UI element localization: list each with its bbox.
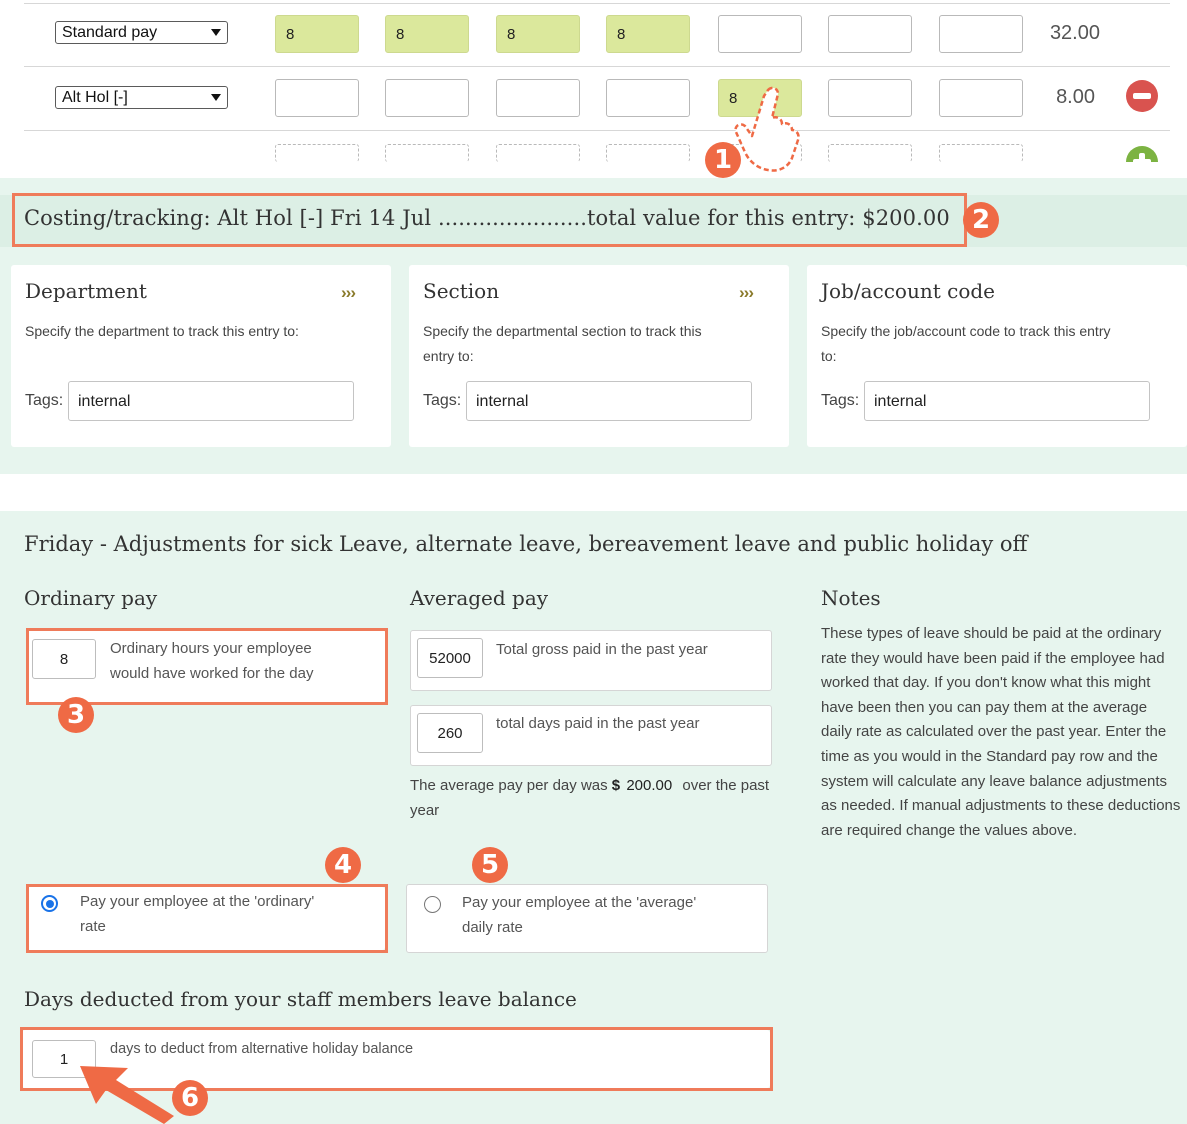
expand-arrows-icon[interactable]: ››› <box>341 283 356 303</box>
hours-input-new[interactable] <box>939 144 1023 162</box>
tags-label: Tags: <box>25 392 64 409</box>
tags-label: Tags: <box>821 392 860 409</box>
section-card: Section ››› Specify the departmental sec… <box>409 265 789 447</box>
job-code-card: Job/account code Specify the job/account… <box>807 265 1187 447</box>
hours-input[interactable]: 8 <box>385 15 469 53</box>
expand-arrows-icon[interactable]: ››› <box>739 283 754 303</box>
card-title: Department <box>25 279 147 303</box>
minus-circle-icon[interactable] <box>1126 80 1158 112</box>
gross-paid-input[interactable]: 52000 <box>417 638 483 678</box>
step-badge: 2 <box>963 202 999 238</box>
job-code-tags-input[interactable]: internal <box>864 381 1150 421</box>
gross-paid-label: Total gross paid in the past year <box>496 641 708 658</box>
step-badge: 3 <box>58 697 94 733</box>
average-pay-prefix: The average pay per day was <box>410 777 608 794</box>
row-total: 32.00 <box>1049 22 1100 44</box>
hours-input[interactable] <box>496 79 580 117</box>
card-title: Job/account code <box>821 279 996 303</box>
add-row-button[interactable] <box>1126 146 1158 162</box>
deduct-title: Days deducted from your staff members le… <box>24 987 577 1011</box>
department-card: Department ››› Specify the department to… <box>11 265 391 447</box>
card-title: Section <box>423 279 500 303</box>
hours-input[interactable] <box>828 79 912 117</box>
hours-input[interactable] <box>275 79 359 117</box>
hours-input-new[interactable] <box>606 144 690 162</box>
row-total: 8.00 <box>1056 86 1095 108</box>
pay-type-select[interactable]: Standard pay <box>55 21 228 44</box>
adjustments-heading: Friday - Adjustments for sick Leave, alt… <box>24 532 1028 556</box>
highlight-ordinary-rate <box>26 884 388 953</box>
averaged-pay-title: Averaged pay <box>410 586 549 610</box>
days-paid-label: total days paid in the past year <box>496 715 700 732</box>
hand-pointer-icon <box>734 86 800 172</box>
average-rate-radio[interactable] <box>424 896 441 913</box>
notes-text: These types of leave should be paid at t… <box>821 625 1181 839</box>
average-rate-label: Pay your employee at the 'average' daily… <box>462 894 697 936</box>
pay-type-value: Standard pay <box>62 24 158 41</box>
highlight-ordinary-hours <box>26 628 388 705</box>
average-pay-summary: The average pay per day was $ 200.00 ove… <box>410 773 780 823</box>
pay-type-value: Alt Hol [-] <box>62 89 128 106</box>
tags-label: Tags: <box>423 392 462 409</box>
timesheet-table: Standard pay 8 8 8 8 32.00 Alt Hol [-] 8… <box>0 0 1187 162</box>
hours-input[interactable] <box>939 15 1023 53</box>
days-paid-input[interactable]: 260 <box>417 713 483 753</box>
hours-input[interactable] <box>939 79 1023 117</box>
average-pay-currency: $ <box>611 777 621 794</box>
hours-input-new[interactable] <box>828 144 912 162</box>
row-divider <box>24 66 1170 67</box>
hours-input[interactable] <box>828 15 912 53</box>
notes-title: Notes <box>821 586 881 610</box>
department-tags-input[interactable]: internal <box>68 381 354 421</box>
pay-type-select[interactable]: Alt Hol [-] <box>55 86 228 109</box>
chevron-down-icon <box>211 29 221 36</box>
ordinary-pay-title: Ordinary pay <box>24 586 158 610</box>
section-tags-input[interactable]: internal <box>466 381 752 421</box>
row-divider <box>24 130 1170 131</box>
gross-paid-panel: 52000 Total gross paid in the past year <box>410 630 772 691</box>
average-rate-option[interactable]: Pay your employee at the 'average' daily… <box>406 884 768 953</box>
hours-input-new[interactable] <box>275 144 359 162</box>
hours-input-new[interactable] <box>496 144 580 162</box>
hours-input-new[interactable] <box>385 144 469 162</box>
hours-input[interactable] <box>385 79 469 117</box>
card-description: Specify the job/account code to track th… <box>821 323 1111 364</box>
hours-input[interactable] <box>718 15 802 53</box>
row-divider <box>24 3 1170 4</box>
arrow-icon <box>80 1066 174 1124</box>
days-paid-panel: 260 total days paid in the past year <box>410 705 772 766</box>
plus-circle-icon <box>1126 146 1158 162</box>
step-badge: 4 <box>325 847 361 883</box>
hours-input[interactable] <box>606 79 690 117</box>
hours-input[interactable]: 8 <box>275 15 359 53</box>
hours-input[interactable]: 8 <box>496 15 580 53</box>
average-pay-value: 200.00 <box>626 777 673 794</box>
card-description: Specify the departmental section to trac… <box>423 323 702 364</box>
hours-input[interactable]: 8 <box>606 15 690 53</box>
step-badge: 5 <box>472 847 508 883</box>
chevron-down-icon <box>211 94 221 101</box>
card-description: Specify the department to track this ent… <box>25 323 299 339</box>
highlight-costing-title <box>12 193 967 247</box>
